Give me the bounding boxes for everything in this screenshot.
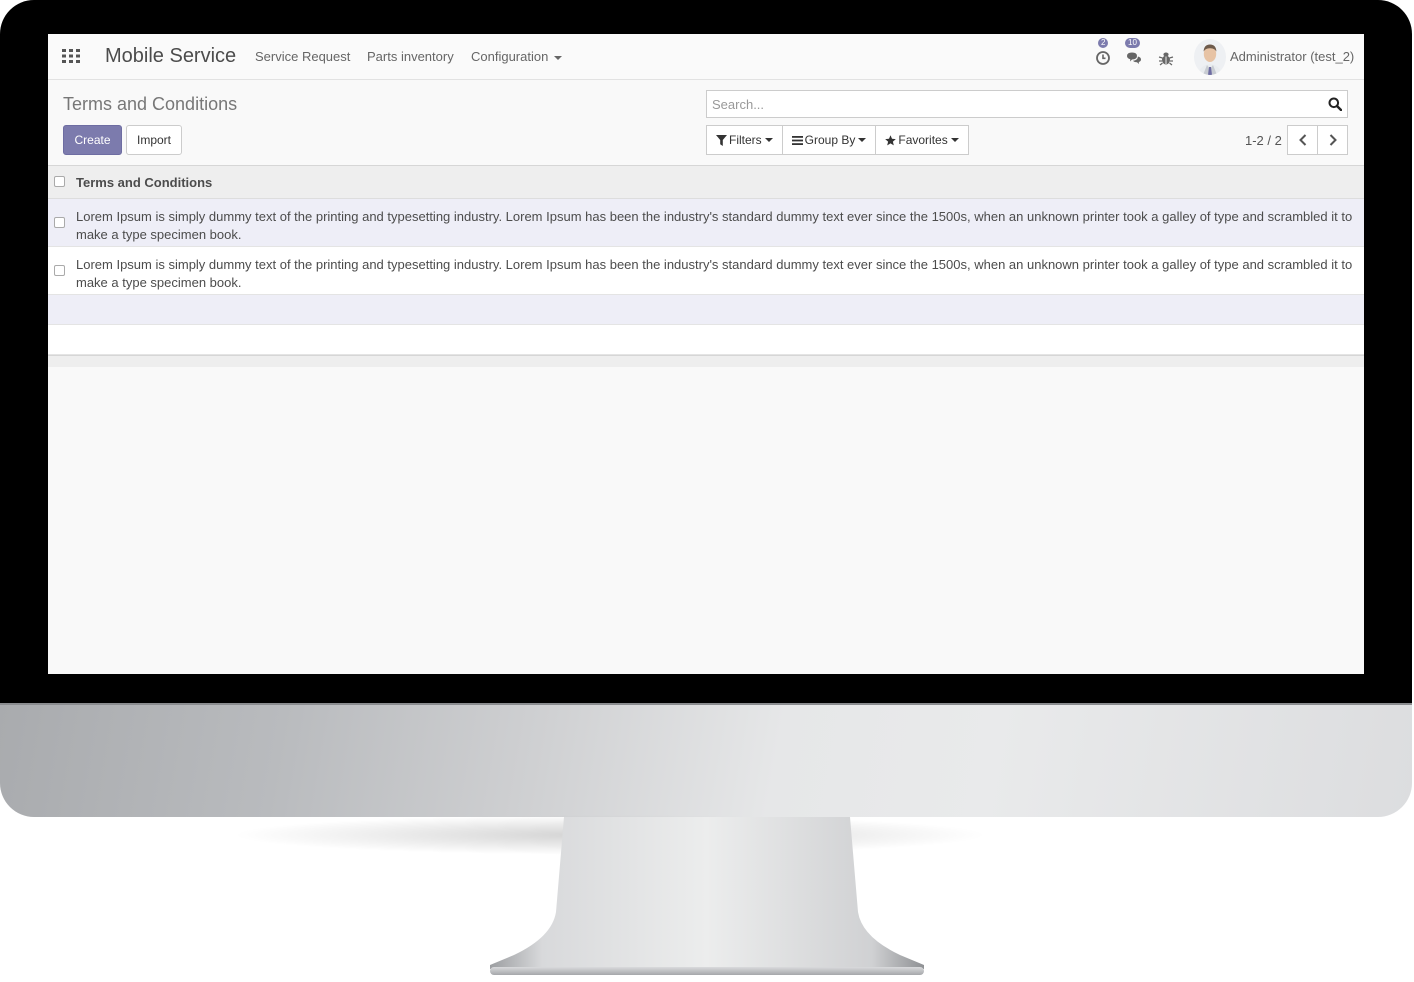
empty-row xyxy=(48,325,1364,355)
chevron-left-icon xyxy=(1299,134,1307,146)
monitor-chin xyxy=(0,703,1412,817)
chevron-down-icon xyxy=(764,138,773,142)
list-view: Terms and Conditions Lorem Ipsum is simp… xyxy=(48,166,1364,367)
menu-parts-inventory[interactable]: Parts inventory xyxy=(367,49,454,64)
favorites-button[interactable]: Favorites xyxy=(875,125,969,155)
list-footer xyxy=(48,355,1364,367)
pager-next-button[interactable] xyxy=(1317,125,1348,155)
user-menu[interactable]: Administrator (test_2) xyxy=(1230,49,1354,64)
search-icon[interactable] xyxy=(1328,97,1342,111)
user-portrait-icon xyxy=(1198,44,1222,75)
chevron-down-icon xyxy=(554,55,563,60)
filters-button[interactable]: Filters xyxy=(706,125,783,155)
group-by-button[interactable]: Group By xyxy=(781,125,877,155)
group-by-label: Group By xyxy=(804,133,856,147)
search-input[interactable] xyxy=(712,91,1312,117)
chevron-right-icon xyxy=(1329,134,1337,146)
top-navbar: Mobile Service Service Request Parts inv… xyxy=(48,34,1364,80)
chevron-down-icon xyxy=(950,138,959,142)
search-bar xyxy=(706,90,1348,118)
clock-icon[interactable] xyxy=(1095,50,1111,66)
avatar[interactable] xyxy=(1194,39,1226,75)
pager-value[interactable]: 1-2 / 2 xyxy=(1245,133,1282,148)
menu-configuration[interactable]: Configuration xyxy=(471,49,563,64)
select-all-checkbox[interactable] xyxy=(54,176,65,187)
import-button[interactable]: Import xyxy=(126,125,182,155)
table-row[interactable]: Lorem Ipsum is simply dummy text of the … xyxy=(48,247,1364,295)
bug-icon[interactable] xyxy=(1158,50,1174,66)
pager-previous-button[interactable] xyxy=(1287,125,1318,155)
messages-count-badge: 10 xyxy=(1125,38,1140,48)
chevron-down-icon xyxy=(858,138,867,142)
row-checkbox[interactable] xyxy=(54,217,65,228)
monitor-chin-edge xyxy=(0,703,1412,705)
monitor-stand xyxy=(490,817,924,975)
favorites-label: Favorites xyxy=(898,133,948,147)
app-title[interactable]: Mobile Service xyxy=(105,45,236,68)
app-screen: Mobile Service Service Request Parts inv… xyxy=(48,34,1364,674)
chat-icon[interactable] xyxy=(1126,50,1142,66)
row-terms-text: Lorem Ipsum is simply dummy text of the … xyxy=(76,209,1353,242)
row-checkbox[interactable] xyxy=(54,265,65,276)
column-header-terms[interactable]: Terms and Conditions xyxy=(76,175,212,190)
menu-service-request[interactable]: Service Request xyxy=(255,49,350,64)
star-icon xyxy=(885,134,897,145)
list-header: Terms and Conditions xyxy=(48,166,1364,199)
search-options: Filters Group By Favorites xyxy=(706,125,969,155)
filter-icon xyxy=(716,134,727,146)
page-title: Terms and Conditions xyxy=(63,94,238,114)
list-icon xyxy=(791,135,803,145)
create-button[interactable]: Create xyxy=(63,125,122,155)
activity-count-badge: 2 xyxy=(1098,38,1109,48)
row-terms-text: Lorem Ipsum is simply dummy text of the … xyxy=(76,257,1353,290)
apps-grid-icon[interactable] xyxy=(62,49,80,63)
menu-configuration-label: Configuration xyxy=(471,49,549,64)
empty-row xyxy=(48,295,1364,325)
filters-label: Filters xyxy=(729,133,762,147)
control-panel: Terms and Conditions Create Import Filte… xyxy=(48,80,1364,166)
table-row[interactable]: Lorem Ipsum is simply dummy text of the … xyxy=(48,199,1364,247)
